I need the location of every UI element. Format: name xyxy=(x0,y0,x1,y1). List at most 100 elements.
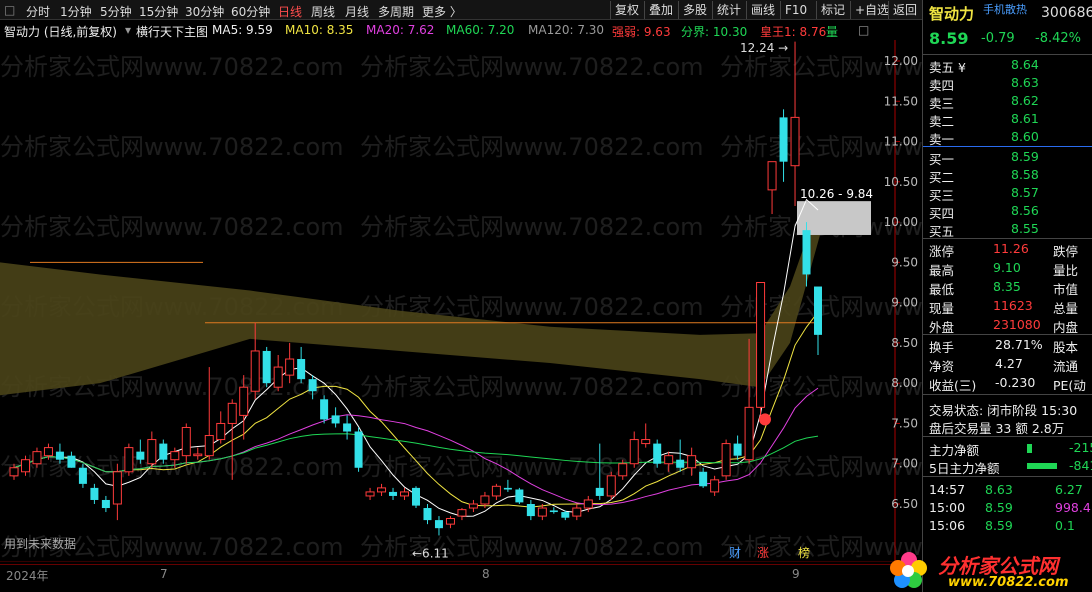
ask-row: 卖四 8.63 xyxy=(929,74,1092,93)
candle-body xyxy=(101,499,110,509)
tab-1min[interactable]: 1分钟 xyxy=(60,3,92,20)
watermark-text: 分析家公式网www.70822.com xyxy=(360,373,704,401)
tab-5min[interactable]: 5分钟 xyxy=(100,3,132,20)
y-tick-label: 11.00 xyxy=(884,135,918,149)
candle-body xyxy=(331,415,340,424)
stat-label-2: 跌停 xyxy=(1053,244,1079,259)
net5-value: -841 xyxy=(1069,458,1092,473)
ma20-value: MA20: 7.62 xyxy=(366,23,435,37)
stat-label: 净资 xyxy=(929,359,955,374)
watermark-text: 分析家公式网www.70822.com xyxy=(0,133,344,161)
bid-row: 买二 8.58 xyxy=(929,166,1092,185)
fenjie-value: 分界: 10.30 xyxy=(681,25,748,39)
flower-icon xyxy=(890,552,927,588)
candle-body xyxy=(227,402,237,424)
tab-30min[interactable]: 30分钟 xyxy=(185,3,224,20)
y-tick-label: 8.50 xyxy=(891,336,918,350)
tick-time: 14:57 xyxy=(929,482,966,497)
x-axis: 2024年 7 8 9 xyxy=(0,564,922,592)
x-label-year: 2024年 xyxy=(6,569,49,583)
candle-body xyxy=(480,495,490,505)
candle-body xyxy=(343,423,352,432)
y-tick-label: 8.00 xyxy=(891,376,918,390)
net5-label: 5日主力净额 xyxy=(929,461,1000,476)
indicator-legend: 智动力 (日线,前复权) ▾ 横行天下主图 MA5: 9.59 MA10: 8.… xyxy=(0,20,922,40)
tick-volume: 998.4 xyxy=(1055,500,1091,515)
stat-label: 现量 xyxy=(929,301,955,316)
candle-body xyxy=(721,443,731,477)
stat-row: 最高 9.10 量比 xyxy=(929,259,1092,278)
candle-body xyxy=(412,487,420,506)
add-watchlist-button[interactable]: +自选 xyxy=(850,1,893,19)
candle-body xyxy=(170,451,180,461)
stat-value: 8.35 xyxy=(993,279,1021,294)
low-label: ←6.11 xyxy=(412,546,449,560)
candle-body xyxy=(457,509,467,517)
watermark-text: 分析家公式网www.70822.com xyxy=(360,133,704,161)
candle-body xyxy=(445,517,455,525)
tick-price: 8.59 xyxy=(985,518,1013,533)
y-tick-label: 9.00 xyxy=(891,296,918,310)
tab-more[interactable]: 更多 〉 xyxy=(422,3,462,20)
tab-fenshi[interactable]: 分时 xyxy=(26,3,50,20)
watermark-text: 分析家公式网www.70822.com xyxy=(360,213,704,241)
candle-body xyxy=(744,406,754,461)
sector-tag[interactable]: 手机散热 xyxy=(983,1,1027,17)
stat-label-2: 总量 xyxy=(1053,301,1079,316)
volume-label: 量 xyxy=(826,25,839,39)
candle-body xyxy=(653,443,662,464)
kline-chart[interactable]: 分析家公式网www.70822.com 分析家公式网www.70822.com 分析… xyxy=(0,40,922,562)
candle-body xyxy=(136,451,145,460)
restore-button[interactable]: 复权 xyxy=(610,1,643,19)
candle-body xyxy=(629,439,639,465)
tab-60min[interactable]: 60分钟 xyxy=(231,3,270,20)
y-tick-label: 7.50 xyxy=(891,416,918,430)
tab-daily[interactable]: 日线 xyxy=(278,3,302,20)
bid-row: 买三 8.57 xyxy=(929,184,1092,203)
stat-row: 现量 11623 总量 xyxy=(929,297,1092,316)
bid-price: 8.57 xyxy=(1011,185,1039,200)
candle-body xyxy=(434,520,443,529)
stat-label: 涨停 xyxy=(929,244,955,259)
candle-body xyxy=(400,491,410,497)
candle-body xyxy=(112,471,122,505)
candle-body xyxy=(193,453,203,457)
indicator-name[interactable]: 横行天下主图 xyxy=(136,23,208,40)
tab-weekly[interactable]: 周线 xyxy=(311,3,335,20)
close-panel-icon[interactable]: □ xyxy=(858,23,869,37)
bid-price: 8.56 xyxy=(1011,203,1039,218)
tick-volume: 6.27 xyxy=(1055,482,1083,497)
mark-button[interactable]: 标记 xyxy=(816,1,849,19)
tab-multi-period[interactable]: 多周期 xyxy=(378,3,414,20)
candle-body xyxy=(537,507,547,517)
candle-body xyxy=(43,447,53,457)
tick-time: 15:00 xyxy=(929,500,966,515)
candle-body xyxy=(67,455,76,468)
tab-monthly[interactable]: 月线 xyxy=(345,3,369,20)
overlay-button[interactable]: 叠加 xyxy=(644,1,677,19)
price-change: -0.79 xyxy=(981,31,1015,46)
f10-button[interactable]: F10 xyxy=(780,1,811,19)
candle-body xyxy=(285,358,295,376)
square-icon[interactable]: □ xyxy=(4,3,15,17)
candle-body xyxy=(216,422,226,441)
candle-body xyxy=(389,491,398,496)
draw-button[interactable]: 画线 xyxy=(746,1,779,19)
y-tick-label: 7.00 xyxy=(891,457,918,471)
bid-row: 买五 8.55 xyxy=(929,220,1092,239)
back-button[interactable]: 返回 xyxy=(888,1,921,19)
candle-body xyxy=(641,439,651,445)
stat-value: 11623 xyxy=(993,298,1033,313)
dropdown-icon[interactable]: ▾ xyxy=(125,23,131,37)
multi-stock-button[interactable]: 多股 xyxy=(678,1,711,19)
candle-body xyxy=(423,508,432,521)
stats-button[interactable]: 统计 xyxy=(712,1,745,19)
event-marker: 涨 xyxy=(757,545,769,560)
stat-row: 换手 28.71% 股本 xyxy=(929,336,1092,355)
tab-15min[interactable]: 15分钟 xyxy=(139,3,178,20)
future-data-label: 用到未来数据 xyxy=(4,536,76,551)
tick-volume: 0.1 xyxy=(1055,518,1075,533)
event-marker: 财 xyxy=(729,546,741,560)
net5-bar xyxy=(1027,463,1057,469)
quote-panel: 智动力 手机散热 300686 8.59 -0.79 -8.42% 卖五 ¥8.… xyxy=(922,0,1092,592)
